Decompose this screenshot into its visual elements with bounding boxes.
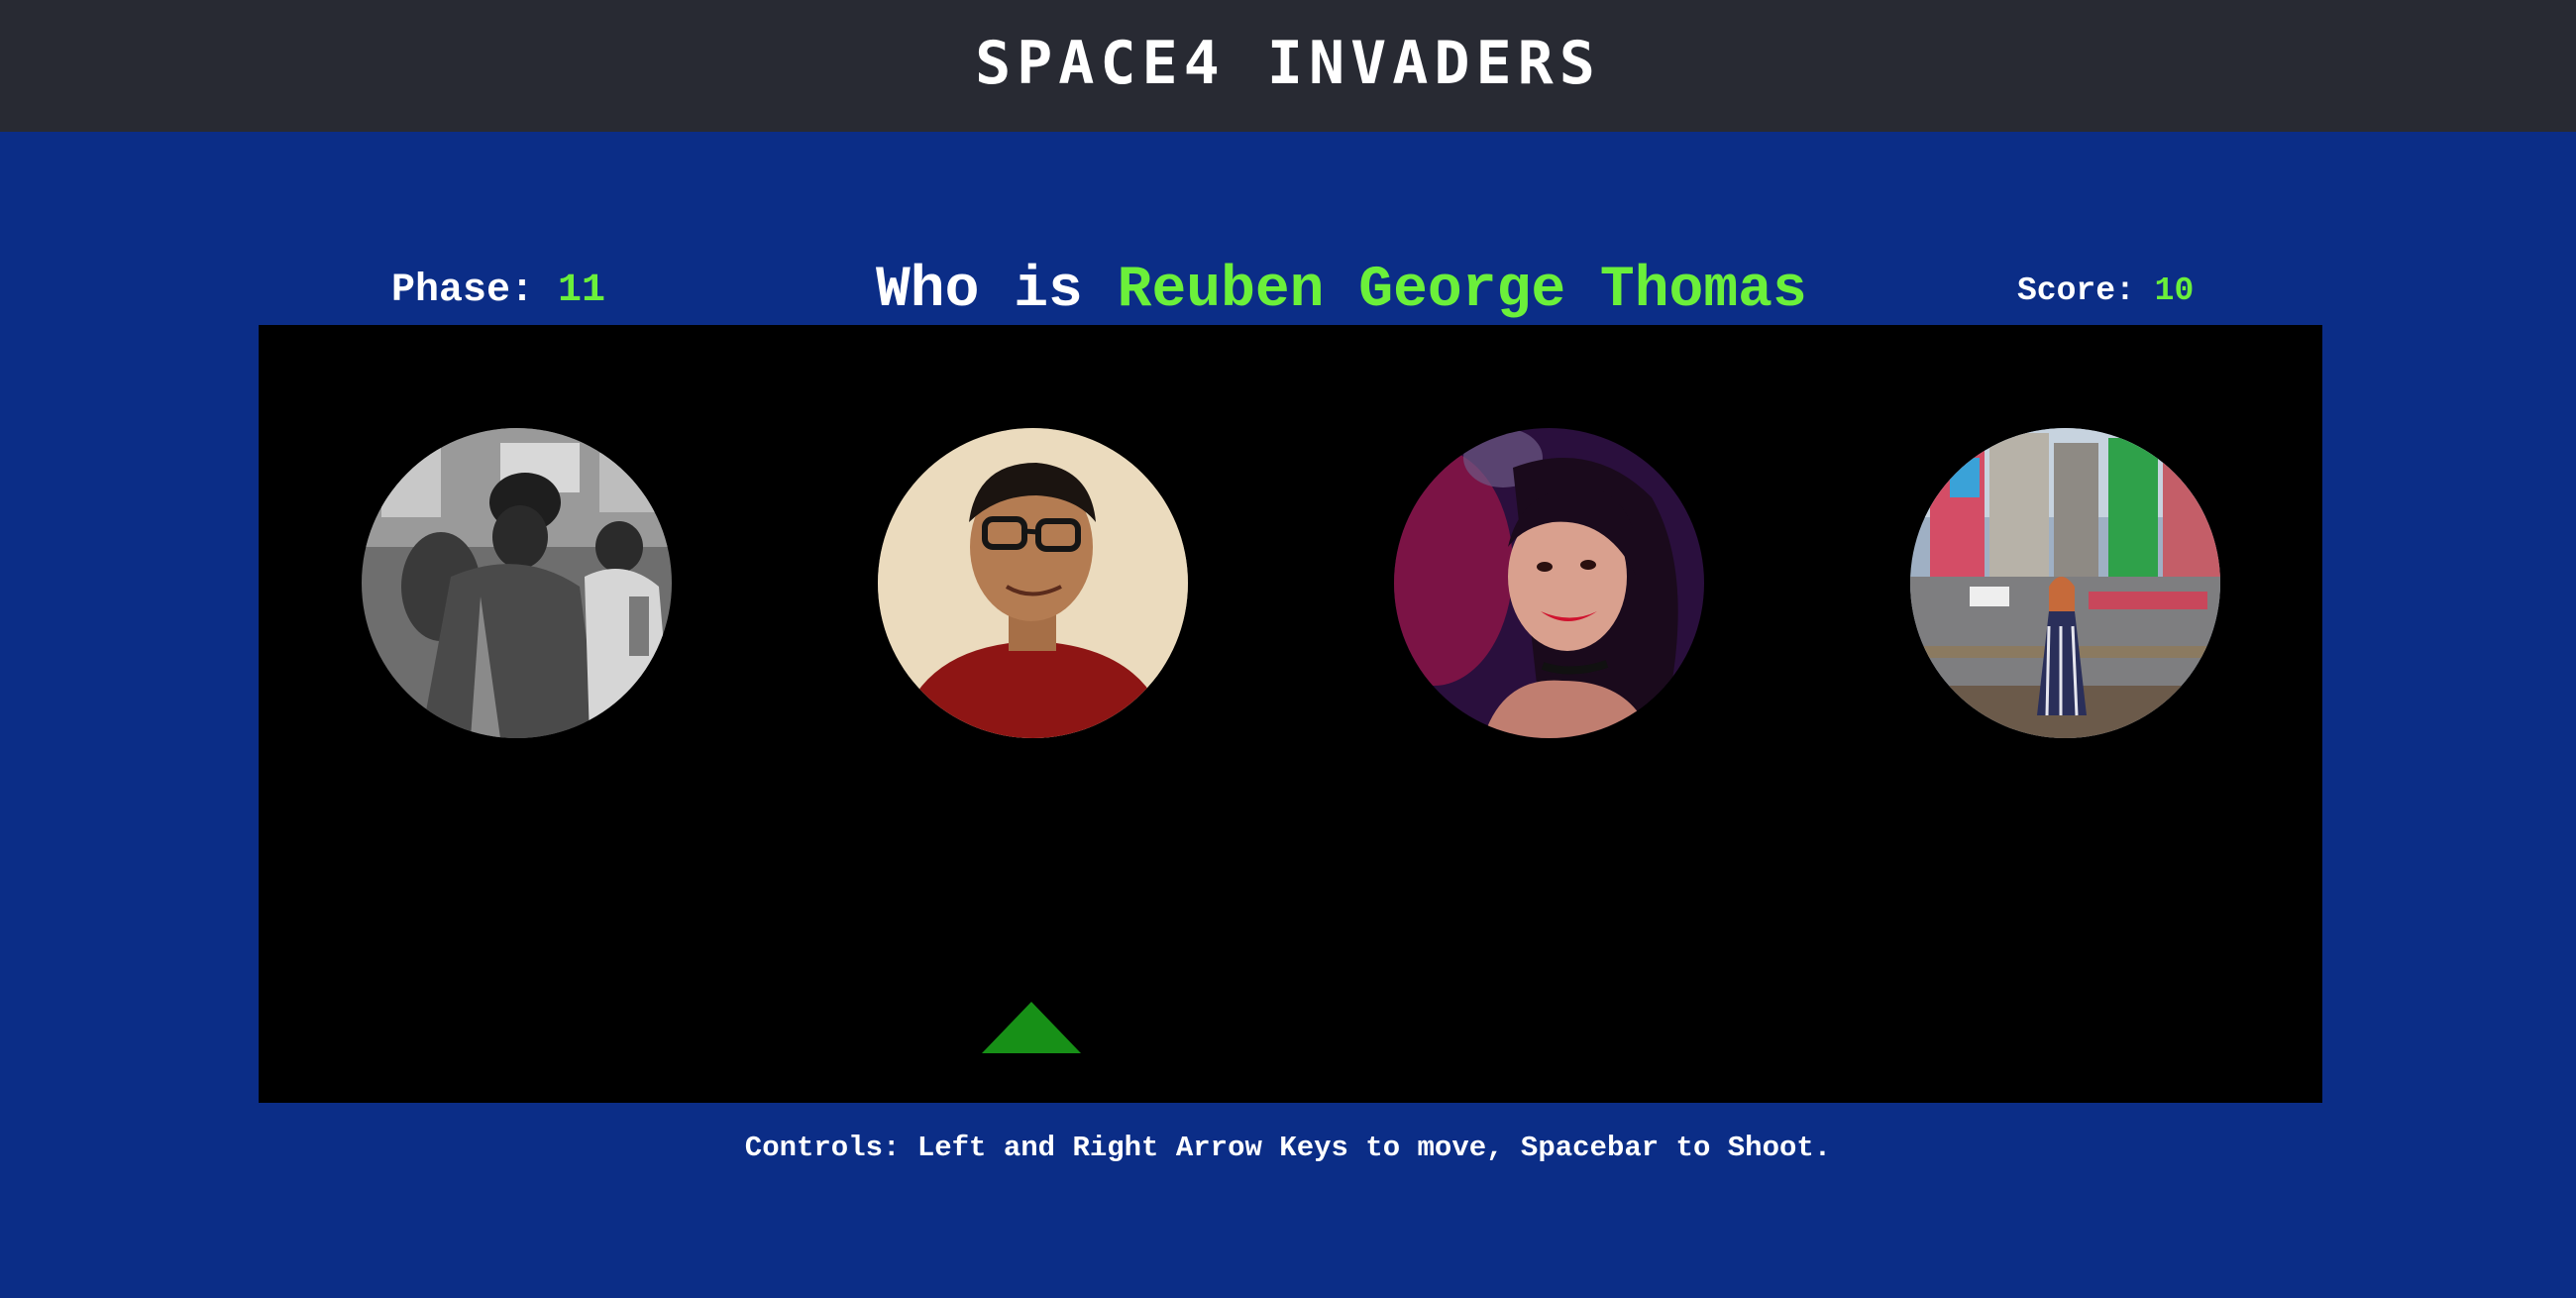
- invader-4[interactable]: [1910, 428, 2220, 738]
- game-board[interactable]: [259, 325, 2322, 1103]
- score-indicator: Score: 10: [2017, 266, 2194, 317]
- invader-3-photo: [1394, 428, 1704, 738]
- invader-4-photo: [1910, 428, 2220, 738]
- player-ship[interactable]: [982, 1002, 1081, 1053]
- header-bar: SPACE4 INVADERS: [0, 0, 2576, 132]
- question-prefix: Who is: [876, 259, 1083, 323]
- invader-1[interactable]: [362, 428, 672, 738]
- target-name: Reuben George Thomas: [1117, 259, 1807, 323]
- game-title: SPACE4 INVADERS: [975, 29, 1601, 98]
- phase-value: 11: [558, 269, 606, 313]
- controls-hint: Controls: Left and Right Arrow Keys to m…: [744, 1132, 1832, 1164]
- score-label: Score:: [2017, 272, 2135, 309]
- invader-2[interactable]: [878, 428, 1188, 738]
- invader-2-photo: [878, 428, 1188, 738]
- invader-1-photo: [362, 428, 672, 738]
- score-value: 10: [2154, 272, 2195, 309]
- question-prompt: Who is Reuben George Thomas: [876, 256, 1807, 327]
- phase-label: Phase:: [391, 269, 535, 313]
- invader-3[interactable]: [1394, 428, 1704, 738]
- phase-indicator: Phase: 11: [391, 264, 605, 319]
